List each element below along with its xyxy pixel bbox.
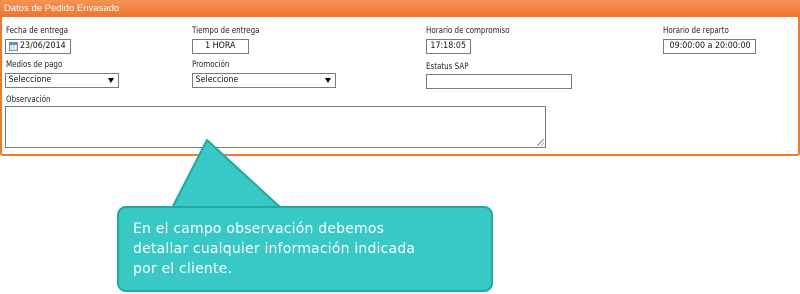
callout-line-1: En el campo observación debemos [133,221,385,237]
promocion-select[interactable]: Seleccione [192,73,336,88]
estatus-sap-label: Estatus SAP [426,62,469,72]
tiempo-entrega-value: 1 HORA [205,41,236,51]
panel-title: Datos de Pedido Envasado [0,0,800,17]
fecha-entrega-value: 23/06/2014 [20,41,66,51]
horario-compromiso-field[interactable]: 17:18:05 [426,39,471,54]
estatus-sap-field[interactable] [426,74,572,89]
promocion-label: Promoción [192,60,230,70]
horario-reparto-value: 09:00:00 a 20:00:00 [669,41,751,51]
help-callout: En el campo observación debemos detallar… [117,206,493,292]
promocion-selected: Seleccione [195,75,239,85]
horario-reparto-label: Horario de reparto [663,26,729,36]
resize-handle-icon[interactable] [537,139,544,146]
fecha-entrega-field[interactable]: 23/06/2014 [5,39,71,54]
pedido-envasado-panel: Datos de Pedido Envasado Fecha de entreg… [0,0,800,156]
medios-pago-label: Medios de pago [6,60,63,70]
horario-compromiso-label: Horario de compromiso [426,26,510,36]
calendar-icon[interactable] [9,42,18,51]
horario-compromiso-value: 17:18:05 [430,41,467,51]
chevron-down-icon[interactable] [325,78,331,83]
chevron-down-icon[interactable] [108,78,114,83]
callout-line-3: por el cliente. [133,261,233,277]
callout-line-2: detallar cualquier información indicada [133,241,416,257]
horario-reparto-field[interactable]: 09:00:00 a 20:00:00 [663,39,756,54]
observacion-label: Observación [6,95,51,105]
medios-pago-selected: Seleccione [8,75,52,85]
observacion-textarea[interactable] [5,106,546,148]
tiempo-entrega-label: Tiempo de entrega [192,26,260,36]
fecha-entrega-label: Fecha de entrega [6,26,69,36]
medios-pago-select[interactable]: Seleccione [5,73,119,88]
tiempo-entrega-field[interactable]: 1 HORA [192,39,249,54]
